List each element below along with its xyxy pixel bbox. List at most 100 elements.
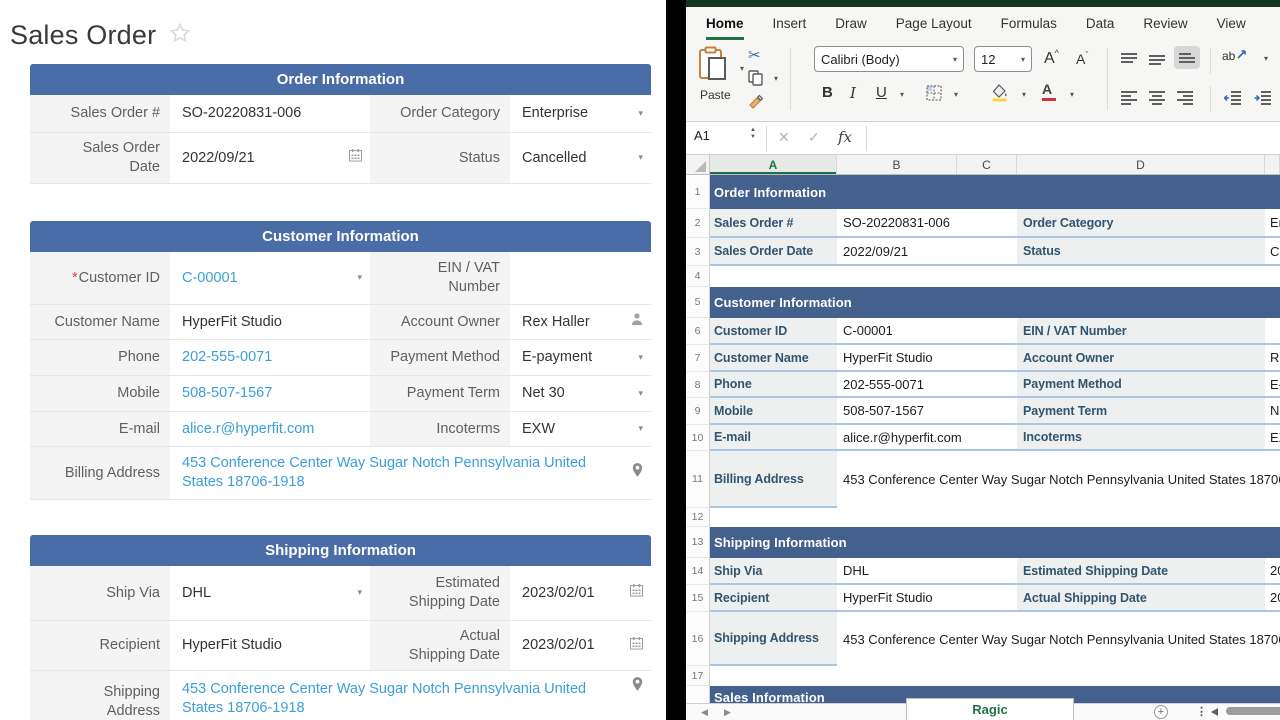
mobile-field[interactable]: 508-507-1567 xyxy=(170,376,370,412)
cell[interactable]: Status xyxy=(1017,238,1265,266)
cell[interactable]: Account Owner xyxy=(1017,345,1265,372)
add-sheet-button[interactable]: + xyxy=(1154,705,1168,719)
cell[interactable]: 2022/09/21 xyxy=(837,238,1017,266)
favorite-star-icon[interactable] xyxy=(168,21,192,50)
shipping-address-field[interactable]: 453 Conference Center Way Sugar Notch Pe… xyxy=(170,671,651,720)
name-box-spinner[interactable]: ▲▼ xyxy=(750,127,756,140)
select-all-corner[interactable] xyxy=(686,155,710,174)
row-header[interactable]: 11 xyxy=(686,451,710,508)
column-header-b[interactable]: B xyxy=(837,155,957,174)
italic-button[interactable]: I xyxy=(850,84,856,102)
cancel-entry-icon[interactable]: ✕ xyxy=(778,129,790,146)
tab-review[interactable]: Review xyxy=(1143,7,1187,40)
row-header[interactable]: 14 xyxy=(686,558,710,585)
column-header-d[interactable]: D xyxy=(1017,155,1265,174)
cell[interactable]: 453 Conference Center Way Sugar Notch Pe… xyxy=(837,451,1280,508)
map-pin-icon[interactable] xyxy=(632,677,643,698)
cell-banner[interactable]: Order Information xyxy=(710,175,1280,209)
formula-input[interactable] xyxy=(876,122,1280,154)
cell[interactable]: HyperFit Studio xyxy=(837,345,1017,372)
cell[interactable]: EIN / VAT Number xyxy=(1017,318,1265,345)
column-header-c[interactable]: C xyxy=(957,155,1017,174)
confirm-entry-icon[interactable]: ✓ xyxy=(808,129,820,146)
incoterms-select[interactable]: EXW ▾ xyxy=(510,412,651,447)
cell[interactable]: E-mail xyxy=(710,425,837,451)
name-box[interactable]: A1 xyxy=(694,128,710,143)
row-header[interactable]: 17 xyxy=(686,666,710,686)
fill-color-dropdown-caret[interactable]: ▾ xyxy=(1022,90,1026,99)
cell[interactable]: EXW xyxy=(1265,425,1280,451)
ship-via-select[interactable]: DHL ▾ xyxy=(170,566,370,621)
row-header[interactable]: 12 xyxy=(686,508,710,527)
increase-font-size-button[interactable]: A^ xyxy=(1044,48,1059,68)
insert-function-icon[interactable]: fx xyxy=(838,128,852,146)
row-header[interactable]: 9 xyxy=(686,398,710,425)
column-header-a[interactable]: A xyxy=(710,155,837,174)
row-header[interactable]: 3 xyxy=(686,238,710,266)
underline-dropdown-caret[interactable]: ▾ xyxy=(900,90,904,99)
cell[interactable] xyxy=(710,508,1280,527)
cell[interactable]: DHL xyxy=(837,558,1017,585)
align-right-button[interactable] xyxy=(1176,90,1194,109)
cell[interactable]: 202-555-0071 xyxy=(837,372,1017,398)
align-left-button[interactable] xyxy=(1120,90,1138,109)
cell[interactable]: Billing Address xyxy=(710,451,837,508)
row-header[interactable]: 1 xyxy=(686,175,710,209)
hscroll-thumb[interactable] xyxy=(1226,707,1280,715)
font-color-button[interactable]: A xyxy=(1042,82,1056,101)
payment-term-select[interactable]: Net 30 ▾ xyxy=(510,376,651,412)
phone-field[interactable]: 202-555-0071 xyxy=(170,340,370,376)
calendar-icon[interactable] xyxy=(349,149,362,168)
order-category-select[interactable]: Enterprise ▾ xyxy=(510,95,651,133)
increase-indent-button[interactable] xyxy=(1254,90,1272,109)
cell[interactable]: Cancelled xyxy=(1265,238,1280,266)
font-size-select[interactable]: 12 ▾ xyxy=(974,46,1032,72)
cell[interactable]: Ship Via xyxy=(710,558,837,585)
bold-button[interactable]: B xyxy=(822,84,833,101)
borders-button[interactable] xyxy=(926,85,942,104)
tab-insert[interactable]: Insert xyxy=(773,7,807,40)
cell[interactable]: Payment Term xyxy=(1017,398,1265,425)
cell[interactable]: Rex Haller xyxy=(1265,345,1280,372)
row-header[interactable]: 10 xyxy=(686,425,710,451)
cell[interactable]: 508-507-1567 xyxy=(837,398,1017,425)
tab-home[interactable]: Home xyxy=(706,7,744,40)
cell[interactable]: Shipping Address xyxy=(710,612,837,666)
decrease-font-size-button[interactable]: Aˇ xyxy=(1076,50,1088,67)
orientation-button[interactable]: ab xyxy=(1222,48,1248,63)
cell[interactable]: 2023/02/01 xyxy=(1265,585,1280,612)
recipient-field[interactable]: HyperFit Studio xyxy=(170,621,370,671)
cell[interactable]: Estimated Shipping Date xyxy=(1017,558,1265,585)
sheet-nav-left-icon[interactable]: ◀ xyxy=(701,707,708,718)
cell[interactable] xyxy=(710,666,1280,686)
font-name-select[interactable]: Calibri (Body) ▾ xyxy=(814,46,964,72)
actual-shipping-date-field[interactable]: 2023/02/01 xyxy=(510,621,651,671)
row-header[interactable]: 2 xyxy=(686,209,710,238)
cell[interactable]: Actual Shipping Date xyxy=(1017,585,1265,612)
cell[interactable]: Recipient xyxy=(710,585,837,612)
account-owner-field[interactable]: Rex Haller xyxy=(510,305,651,340)
cell[interactable]: Phone xyxy=(710,372,837,398)
cell[interactable]: Sales Order # xyxy=(710,209,837,238)
status-select[interactable]: Cancelled ▾ xyxy=(510,133,651,184)
borders-dropdown-caret[interactable]: ▾ xyxy=(954,90,958,99)
email-field[interactable]: alice.r@hyperfit.com xyxy=(170,412,370,447)
align-middle-button[interactable] xyxy=(1148,52,1166,71)
cell[interactable]: alice.r@hyperfit.com xyxy=(837,425,1017,451)
format-painter-icon[interactable] xyxy=(748,94,764,113)
paste-dropdown-caret[interactable]: ▾ xyxy=(740,64,744,73)
cell[interactable]: HyperFit Studio xyxy=(837,585,1017,612)
cell[interactable]: Net 30 xyxy=(1265,398,1280,425)
copy-button[interactable] xyxy=(748,70,763,89)
sales-order-date-field[interactable]: 2022/09/21 xyxy=(170,133,370,184)
align-top-button[interactable] xyxy=(1120,52,1138,71)
tab-draw[interactable]: Draw xyxy=(835,7,867,40)
ein-vat-field[interactable] xyxy=(510,252,651,305)
hscroll-left-arrow-icon[interactable] xyxy=(1211,708,1218,716)
cell[interactable]: Customer Name xyxy=(710,345,837,372)
row-header[interactable]: 13 xyxy=(686,527,710,558)
row-header[interactable]: 4 xyxy=(686,266,710,287)
payment-method-select[interactable]: E-payment ▾ xyxy=(510,340,651,376)
row-header[interactable]: 8 xyxy=(686,372,710,398)
cell[interactable]: Sales Order Date xyxy=(710,238,837,266)
